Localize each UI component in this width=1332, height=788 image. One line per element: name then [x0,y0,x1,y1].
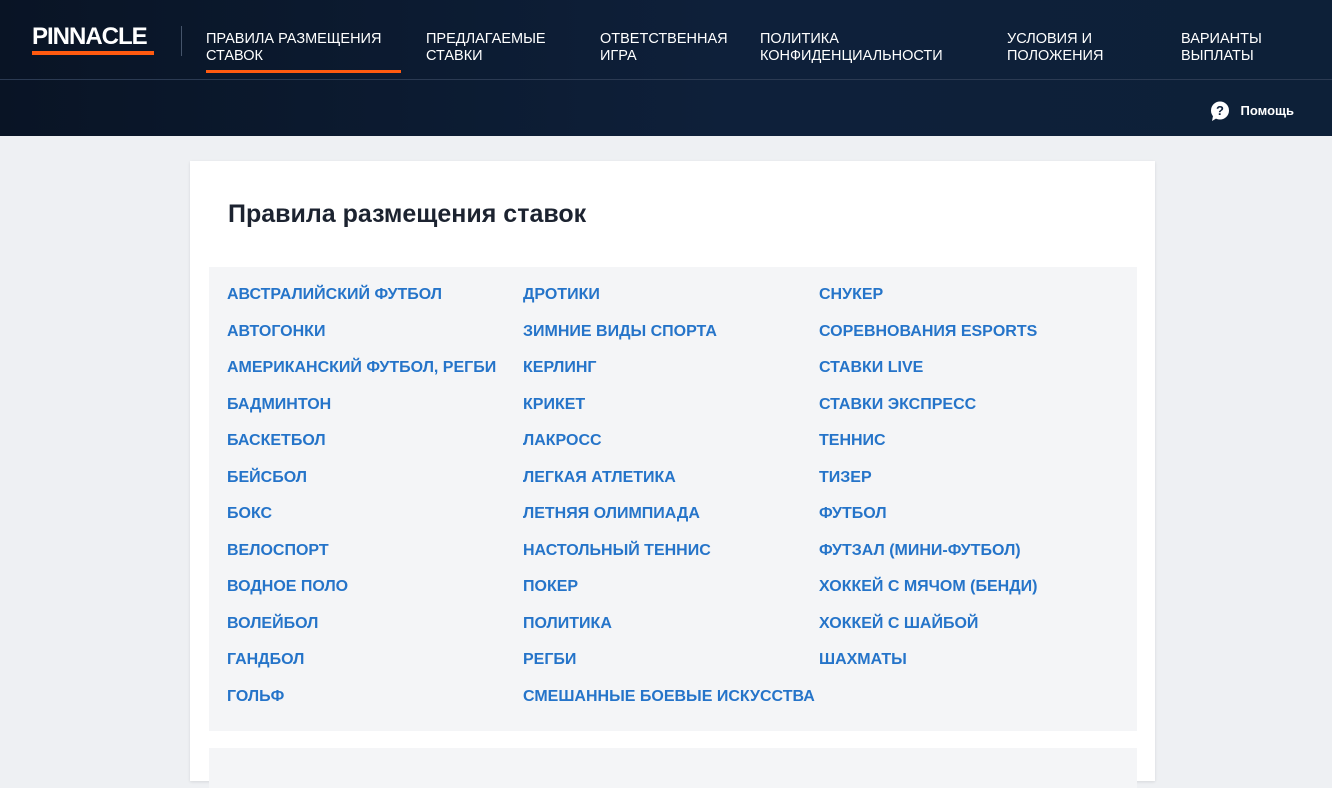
sport-link[interactable]: ТЕННИС [819,432,886,449]
sport-link[interactable]: ВОДНОЕ ПОЛО [227,578,348,595]
sports-links-panel: АВСТРАЛИЙСКИЙ ФУТБОЛ АВТОГОНКИ АМЕРИКАНС… [209,267,1137,731]
nav-terms-and-conditions[interactable]: УСЛОВИЯ И ПОЛОЖЕНИЯ [1007,31,1103,65]
help-link[interactable]: ? Помощь [1210,100,1294,122]
list-item: ВОДНОЕ ПОЛО [227,577,496,614]
site-header: PINNACLE ПРАВИЛА РАЗМЕЩЕНИЯ СТАВОК ПРЕДЛ… [0,0,1332,136]
sport-link[interactable]: ТИЗЕР [819,469,872,486]
sport-link[interactable]: СМЕШАННЫЕ БОЕВЫЕ ИСКУССТВА [523,688,815,705]
list-item: БАСКЕТБОЛ [227,431,496,468]
nav-offered-bets[interactable]: ПРЕДЛАГАЕМЫЕ СТАВКИ [426,31,546,65]
list-item: ЗИМНИЕ ВИДЫ СПОРТА [523,322,815,359]
list-item: ХОККЕЙ С МЯЧОМ (БЕНДИ) [819,577,1037,614]
next-section-panel [209,748,1137,788]
sport-link[interactable]: ВЕЛОСПОРТ [227,542,329,559]
list-item: ДРОТИКИ [523,285,815,322]
sport-link[interactable]: ФУТЗАЛ (МИНИ-ФУТБОЛ) [819,542,1021,559]
sport-link[interactable]: ФУТБОЛ [819,505,887,522]
logo-text: PINNACLE [32,23,148,50]
list-item: НАСТОЛЬНЫЙ ТЕННИС [523,541,815,578]
sport-link[interactable]: БАДМИНТОН [227,396,331,413]
sports-links-column-3: СНУКЕР СОРЕВНОВАНИЯ ESPORTS СТАВКИ LIVE … [819,285,1037,687]
list-item: ТИЗЕР [819,468,1037,505]
list-item: БАДМИНТОН [227,395,496,432]
sport-link[interactable]: СТАВКИ LIVE [819,359,923,376]
rules-card: Правила размещения ставок АВСТРАЛИЙСКИЙ … [190,161,1155,788]
list-item: ЛАКРОСС [523,431,815,468]
help-question-icon: ? [1210,101,1230,121]
sport-link[interactable]: БОКС [227,505,272,522]
sport-link[interactable]: РЕГБИ [523,651,576,668]
sport-link[interactable]: ДРОТИКИ [523,286,600,303]
list-item: АМЕРИКАНСКИЙ ФУТБОЛ, РЕГБИ [227,358,496,395]
sport-link[interactable]: ШАХМАТЫ [819,651,907,668]
sport-link[interactable]: КЕРЛИНГ [523,359,596,376]
list-item: ХОККЕЙ С ШАЙБОЙ [819,614,1037,651]
logo-underline [32,51,154,55]
sport-link[interactable]: СТАВКИ ЭКСПРЕСС [819,396,976,413]
list-item: ВЕЛОСПОРТ [227,541,496,578]
list-item: ПОЛИТИКА [523,614,815,651]
list-item: ГАНДБОЛ [227,650,496,687]
top-navigation-bar: PINNACLE ПРАВИЛА РАЗМЕЩЕНИЯ СТАВОК ПРЕДЛ… [0,0,1332,80]
page-title: Правила размещения ставок [228,200,587,228]
list-item: СМЕШАННЫЕ БОЕВЫЕ ИСКУССТВА [523,687,815,724]
sport-link[interactable]: ВОЛЕЙБОЛ [227,615,318,632]
sport-link[interactable]: КРИКЕТ [523,396,585,413]
sport-link[interactable]: ЛЕГКАЯ АТЛЕТИКА [523,469,676,486]
list-item: КРИКЕТ [523,395,815,432]
sport-link[interactable]: ГАНДБОЛ [227,651,304,668]
list-item: КЕРЛИНГ [523,358,815,395]
sport-link[interactable]: АМЕРИКАНСКИЙ ФУТБОЛ, РЕГБИ [227,359,496,376]
pinnacle-logo[interactable]: PINNACLE [32,24,156,56]
list-item: БОКС [227,504,496,541]
list-item: РЕГБИ [523,650,815,687]
sports-links-column-2: ДРОТИКИ ЗИМНИЕ ВИДЫ СПОРТА КЕРЛИНГ КРИКЕ… [523,285,815,723]
list-item: ВОЛЕЙБОЛ [227,614,496,651]
list-item: ТЕННИС [819,431,1037,468]
list-item: ФУТБОЛ [819,504,1037,541]
list-item: ЛЕТНЯЯ ОЛИМПИАДА [523,504,815,541]
sport-link[interactable]: ПОКЕР [523,578,578,595]
sport-link[interactable]: ГОЛЬФ [227,688,284,705]
list-item: АВТОГОНКИ [227,322,496,359]
list-item: ФУТЗАЛ (МИНИ-ФУТБОЛ) [819,541,1037,578]
sport-link[interactable]: ХОККЕЙ С ШАЙБОЙ [819,615,978,632]
sport-link[interactable]: ЛАКРОСС [523,432,602,449]
sport-link[interactable]: БАСКЕТБОЛ [227,432,326,449]
nav-payout-options[interactable]: ВАРИАНТЫ ВЫПЛАТЫ [1181,31,1262,65]
sport-link[interactable]: АВТОГОНКИ [227,323,325,340]
list-item: ШАХМАТЫ [819,650,1037,687]
nav-privacy-policy[interactable]: ПОЛИТИКА КОНФИДЕНЦИАЛЬНОСТИ [760,31,943,65]
list-item: БЕЙСБОЛ [227,468,496,505]
list-item: АВСТРАЛИЙСКИЙ ФУТБОЛ [227,285,496,322]
sport-link[interactable]: ЛЕТНЯЯ ОЛИМПИАДА [523,505,700,522]
list-item: ЛЕГКАЯ АТЛЕТИКА [523,468,815,505]
logo-divider [181,26,182,56]
sport-link[interactable]: СОРЕВНОВАНИЯ ESPORTS [819,323,1037,340]
sport-link[interactable]: ХОККЕЙ С МЯЧОМ (БЕНДИ) [819,578,1037,595]
list-item: СТАВКИ ЭКСПРЕСС [819,395,1037,432]
sports-links-column-1: АВСТРАЛИЙСКИЙ ФУТБОЛ АВТОГОНКИ АМЕРИКАНС… [227,285,496,723]
help-label: Помощь [1240,103,1294,118]
list-item: СНУКЕР [819,285,1037,322]
sport-link[interactable]: ЗИМНИЕ ВИДЫ СПОРТА [523,323,717,340]
list-item: СОРЕВНОВАНИЯ ESPORTS [819,322,1037,359]
list-item: ГОЛЬФ [227,687,496,724]
nav-responsible-gaming[interactable]: ОТВЕТСТВЕННАЯ ИГРА [600,31,728,65]
sport-link[interactable]: БЕЙСБОЛ [227,469,307,486]
sport-link[interactable]: ПОЛИТИКА [523,615,612,632]
sport-link[interactable]: НАСТОЛЬНЫЙ ТЕННИС [523,542,711,559]
list-item: СТАВКИ LIVE [819,358,1037,395]
list-item: ПОКЕР [523,577,815,614]
sport-link[interactable]: АВСТРАЛИЙСКИЙ ФУТБОЛ [227,286,442,303]
nav-betting-rules[interactable]: ПРАВИЛА РАЗМЕЩЕНИЯ СТАВОК [206,31,402,73]
svg-text:?: ? [1216,103,1224,118]
sport-link[interactable]: СНУКЕР [819,286,883,303]
